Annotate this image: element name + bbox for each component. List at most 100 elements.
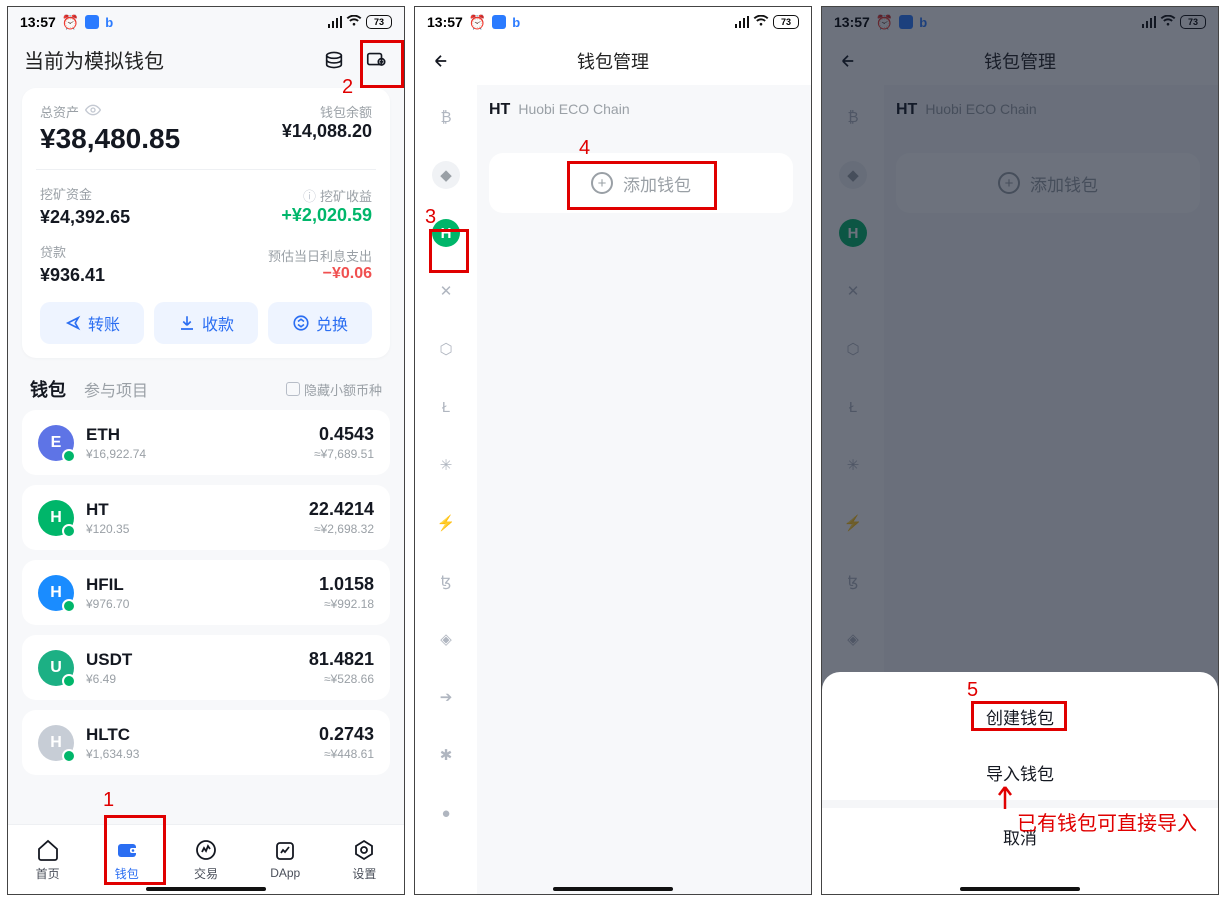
interest-label: 预估当日利息支出 (268, 246, 372, 265)
asset-symbol: USDT (86, 650, 132, 670)
coin-icon: H (38, 725, 74, 761)
back-button[interactable] (423, 52, 459, 70)
chain-tab[interactable]: ⬡ (432, 335, 460, 363)
asset-row[interactable]: H HLTC ¥1,634.93 0.2743 ≈¥448.61 (22, 710, 390, 775)
nav-home-label: 首页 (36, 865, 60, 882)
signal-icon (328, 16, 343, 28)
nav-home[interactable]: 首页 (8, 825, 87, 894)
asset-price: ¥120.35 (86, 522, 129, 536)
tab-projects[interactable]: 参与项目 (84, 377, 148, 401)
phone-screen-1: 13:57 ⏰ b 73 当前为模拟钱包 总资产 (7, 6, 405, 895)
coin-icon: H (38, 500, 74, 536)
chain-tab[interactable]: ꜩ (432, 567, 460, 595)
chain-sidebar: ₿ ◆ H ✕ ⬡ Ł ✳ ⚡ ꜩ ◈ ➔ ✱ ● (415, 85, 477, 894)
import-wallet-option[interactable]: 导入钱包 (822, 744, 1218, 800)
coin-icon: E (38, 425, 74, 461)
create-wallet-label: 创建钱包 (986, 704, 1054, 729)
wallet-mgmt-title: 钱包管理 (459, 48, 803, 74)
nav-trade[interactable]: 交易 (166, 825, 245, 894)
app-letter-icon: b (105, 15, 113, 30)
chain-tab[interactable]: ₿ (432, 103, 460, 131)
tab-wallet[interactable]: 钱包 (30, 376, 66, 402)
mining-fund-amount: ¥24,392.65 (40, 207, 281, 228)
phone-screen-2: 13:57 ⏰ b 73 钱包管理 ₿◆H✕⬡Ł✳⚡ꜩ◈➔✱● HT Huobi… (414, 6, 812, 895)
asset-amount: 81.4821 (309, 649, 374, 670)
wallet-settings-icon[interactable] (364, 48, 388, 72)
status-time: 13:57 (20, 14, 56, 30)
coins-icon[interactable] (322, 48, 346, 72)
chain-tab[interactable]: ✕ (432, 277, 460, 305)
status-bar: 13:57 ⏰ b 73 (415, 7, 811, 37)
home-indicator (146, 887, 266, 891)
wallet-header: 当前为模拟钱包 (8, 37, 404, 78)
home-indicator (960, 887, 1080, 891)
app-indicator-icon (85, 15, 99, 29)
total-assets-label: 总资产 (40, 102, 79, 121)
chain-tab[interactable]: Ł (432, 393, 460, 421)
bottom-nav: 首页 钱包 交易 DApp 设置 (8, 824, 404, 894)
coin-icon: H (38, 575, 74, 611)
asset-amount: 0.4543 (314, 424, 374, 445)
asset-row[interactable]: H HFIL ¥976.70 1.0158 ≈¥992.18 (22, 560, 390, 625)
nav-wallet-label: 钱包 (115, 865, 139, 882)
signal-icon (735, 16, 750, 28)
hide-small-toggle[interactable]: 隐藏小额币种 (286, 380, 382, 399)
chain-tab[interactable]: ⚡ (432, 509, 460, 537)
balance-card: 总资产 ¥38,480.85 钱包余额 ¥14,088.20 挖矿资金 ¥24,… (22, 88, 390, 358)
chain-tab[interactable]: ◆ (432, 161, 460, 189)
import-wallet-label: 导入钱包 (986, 760, 1054, 785)
chain-tab[interactable]: ➔ (432, 683, 460, 711)
nav-settings[interactable]: 设置 (325, 825, 404, 894)
annotation-num-1: 1 (103, 789, 114, 812)
loan-label: 贷款 (40, 242, 66, 261)
transfer-button[interactable]: 转账 (40, 302, 144, 344)
wallet-balance-amount: ¥14,088.20 (282, 121, 372, 142)
info-icon[interactable]: ⓘ (303, 186, 316, 205)
eye-icon[interactable] (85, 104, 101, 119)
chain-badge-icon (62, 749, 76, 763)
asset-price: ¥16,922.74 (86, 447, 146, 461)
status-time: 13:57 (427, 14, 463, 30)
asset-value: ≈¥528.66 (309, 672, 374, 686)
battery-icon: 73 (773, 15, 799, 29)
asset-row[interactable]: U USDT ¥6.49 81.4821 ≈¥528.66 (22, 635, 390, 700)
total-assets-amount: ¥38,480.85 (40, 123, 282, 155)
asset-amount: 1.0158 (319, 574, 374, 595)
nav-dapp-label: DApp (270, 866, 300, 880)
plus-circle-icon: + (591, 172, 613, 194)
create-wallet-option[interactable]: 创建钱包 (822, 688, 1218, 744)
chain-tab[interactable]: ✱ (432, 741, 460, 769)
swap-button[interactable]: 兑换 (268, 302, 372, 344)
asset-row[interactable]: H HT ¥120.35 22.4214 ≈¥2,698.32 (22, 485, 390, 550)
hide-small-label: 隐藏小额币种 (304, 380, 382, 399)
asset-row[interactable]: E ETH ¥16,922.74 0.4543 ≈¥7,689.51 (22, 410, 390, 475)
nav-dapp[interactable]: DApp (246, 825, 325, 894)
action-sheet: 创建钱包 导入钱包 取消 (822, 672, 1218, 894)
asset-value: ≈¥448.61 (319, 747, 374, 761)
swap-label: 兑换 (316, 311, 348, 335)
add-wallet-button[interactable]: + 添加钱包 (489, 153, 793, 213)
add-wallet-label: 添加钱包 (623, 171, 691, 196)
wallet-balance-label: 钱包余额 (282, 102, 372, 121)
receive-button[interactable]: 收款 (154, 302, 258, 344)
alarm-icon: ⏰ (62, 14, 79, 31)
asset-symbol: HFIL (86, 575, 129, 595)
chain-tab[interactable]: ◈ (432, 625, 460, 653)
wifi-icon (753, 14, 769, 30)
checkbox-icon (286, 382, 300, 396)
asset-value: ≈¥992.18 (319, 597, 374, 611)
asset-symbol: HT (86, 500, 129, 520)
nav-settings-label: 设置 (352, 865, 376, 882)
cancel-option[interactable]: 取消 (822, 808, 1218, 864)
mining-income-label: 挖矿收益 (320, 186, 372, 205)
mining-income-amount: +¥2,020.59 (281, 205, 372, 226)
nav-wallet[interactable]: 钱包 (87, 825, 166, 894)
app-indicator-icon (492, 15, 506, 29)
chain-tab[interactable]: ✳ (432, 451, 460, 479)
chain-badge-icon (62, 449, 76, 463)
chain-tab[interactable]: H (432, 219, 460, 247)
chain-tab[interactable]: ● (432, 799, 460, 827)
nav-trade-label: 交易 (194, 865, 218, 882)
asset-tabs: 钱包 参与项目 隐藏小额币种 (8, 368, 404, 406)
asset-amount: 22.4214 (309, 499, 374, 520)
